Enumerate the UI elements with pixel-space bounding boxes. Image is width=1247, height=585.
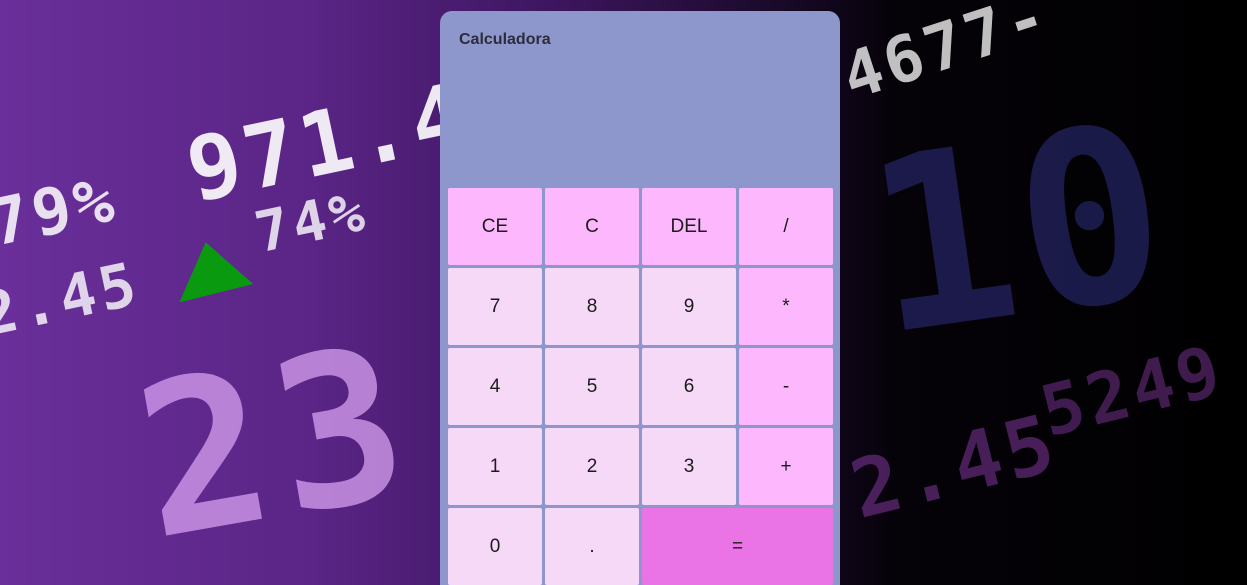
add-button[interactable]: + xyxy=(739,428,833,505)
digit-4-button[interactable]: 4 xyxy=(448,348,542,425)
bg-ticker-text: 10 xyxy=(851,70,1186,390)
bg-ticker-text: 2.45 xyxy=(0,249,147,351)
decimal-point-button[interactable]: . xyxy=(545,508,639,585)
digit-8-button[interactable]: 8 xyxy=(545,268,639,345)
multiply-button[interactable]: * xyxy=(739,268,833,345)
keypad: CE C DEL / 7 8 9 * 4 5 6 - 1 2 3 + 0 . = xyxy=(448,188,833,585)
digit-5-button[interactable]: 5 xyxy=(545,348,639,425)
digit-7-button[interactable]: 7 xyxy=(448,268,542,345)
up-arrow-icon xyxy=(166,233,254,303)
digit-1-button[interactable]: 1 xyxy=(448,428,542,505)
delete-button[interactable]: DEL xyxy=(642,188,736,265)
calculator-display xyxy=(459,71,821,171)
digit-2-button[interactable]: 2 xyxy=(545,428,639,505)
digit-3-button[interactable]: 3 xyxy=(642,428,736,505)
calculator-title: Calculadora xyxy=(459,31,551,48)
bg-ticker-text: 79% xyxy=(0,162,124,262)
subtract-button[interactable]: - xyxy=(739,348,833,425)
digit-0-button[interactable]: 0 xyxy=(448,508,542,585)
digit-9-button[interactable]: 9 xyxy=(642,268,736,345)
bg-ticker-text: 23 xyxy=(120,298,433,585)
digit-6-button[interactable]: 6 xyxy=(642,348,736,425)
equals-button[interactable]: = xyxy=(642,508,833,585)
calculator-panel: Calculadora CE C DEL / 7 8 9 * 4 5 6 - 1… xyxy=(440,11,840,585)
clear-entry-button[interactable]: CE xyxy=(448,188,542,265)
divide-button[interactable]: / xyxy=(739,188,833,265)
bg-ticker-text: 2.45 xyxy=(841,396,1067,537)
clear-button[interactable]: C xyxy=(545,188,639,265)
